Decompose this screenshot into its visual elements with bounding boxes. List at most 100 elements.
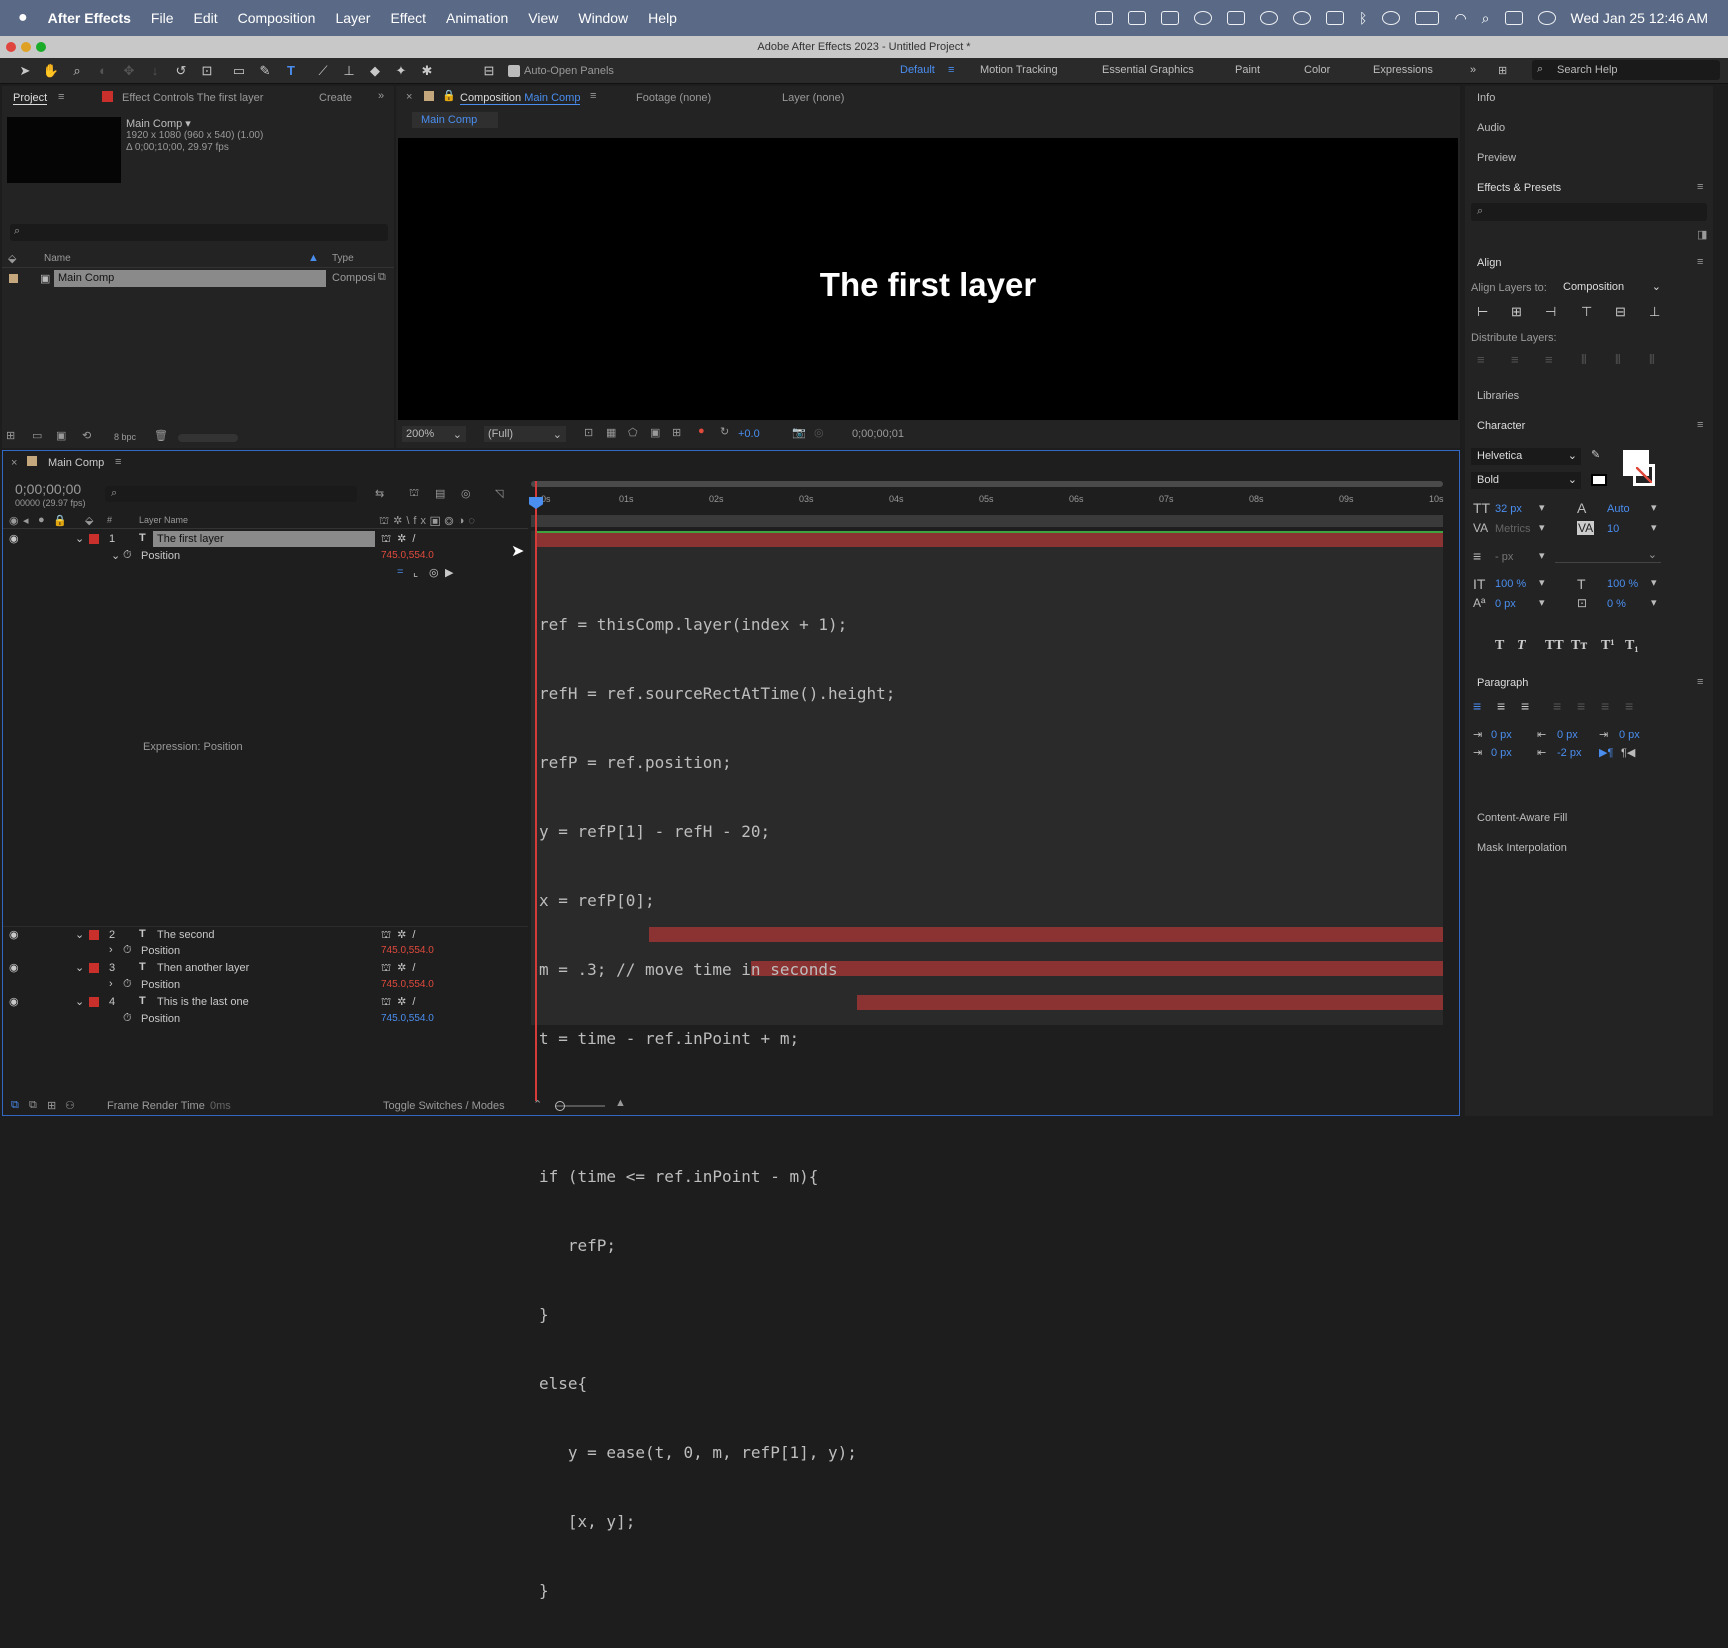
visibility-eye-icon[interactable]: ◉ [9, 961, 19, 974]
layer-color[interactable] [89, 997, 99, 1007]
indent-first-value[interactable]: 0 px [1619, 729, 1640, 741]
panel-paragraph[interactable]: Paragraph [1477, 677, 1528, 689]
effects-menu-icon[interactable]: ≡ [1697, 181, 1703, 193]
tab-project[interactable]: Project [13, 92, 48, 105]
align-top-icon[interactable]: ⊤ [1581, 304, 1592, 320]
align-right-icon[interactable]: ⊣ [1545, 304, 1556, 320]
zoom-slider-thumb[interactable] [555, 1101, 565, 1111]
lock-col-icon[interactable]: 🔒 [53, 514, 67, 527]
chevron-down-icon[interactable]: ▾ [1539, 521, 1545, 534]
tab-footage[interactable]: Footage (none) [636, 92, 711, 104]
panel-content-aware-fill[interactable]: Content-Aware Fill [1477, 812, 1567, 824]
expand-chevron-icon[interactable]: ⌄ [111, 549, 120, 562]
audio-icon[interactable]: ◂ [23, 514, 29, 527]
sort-arrow-icon[interactable]: ▲ [308, 252, 319, 264]
composition-canvas[interactable]: The first layer [398, 138, 1458, 420]
small-caps-icon[interactable]: Tт [1571, 638, 1587, 654]
kerning-value[interactable]: Metrics [1495, 523, 1530, 535]
auto-open-checkbox[interactable] [508, 64, 520, 77]
property-value[interactable]: 745.0,554.0 [381, 1013, 434, 1024]
tab-composition[interactable]: Composition Main Comp [460, 92, 581, 105]
comp-mini-flowchart-icon[interactable]: ⇆ [375, 487, 384, 500]
time-machine-icon[interactable] [1382, 11, 1401, 25]
swap-colors-icon[interactable] [1591, 474, 1607, 486]
align-center-text-icon[interactable]: ≡ [1497, 698, 1505, 714]
font-size-value[interactable]: 32 px [1495, 503, 1522, 515]
layer-color[interactable] [89, 963, 99, 973]
menu-view[interactable]: View [528, 10, 558, 26]
label-col-icon[interactable]: ⬙ [85, 514, 93, 527]
layer-bar[interactable] [535, 532, 1443, 547]
exposure-value[interactable]: +0.0 [738, 428, 760, 440]
interpret-footage-icon[interactable]: ⊞ [6, 429, 15, 442]
expression-enable-icon[interactable]: = [397, 566, 403, 578]
eyedropper-icon[interactable]: ✎ [1591, 448, 1600, 461]
distribute-bottom-icon[interactable]: ≡ [1545, 352, 1553, 367]
distribute-top-icon[interactable]: ≡ [1477, 352, 1485, 367]
col-name[interactable]: Name [44, 253, 71, 264]
chevron-down-icon[interactable]: ▾ [1539, 501, 1545, 514]
workspace-menu-icon[interactable]: ≡ [948, 64, 954, 76]
work-area-bar[interactable] [531, 481, 1443, 487]
search-help-field[interactable]: ⌕ Search Help [1532, 60, 1720, 80]
zoom-slider[interactable] [555, 1101, 605, 1111]
rtl-direction-icon[interactable]: ¶◀ [1621, 746, 1635, 759]
graph-editor-icon[interactable]: ◹ [495, 487, 503, 500]
clock[interactable]: Wed Jan 25 12:46 AM [1571, 10, 1709, 26]
guides-icon[interactable]: ▣ [650, 426, 660, 439]
chevron-down-icon[interactable]: ▾ [1539, 576, 1545, 589]
align-bottom-icon[interactable]: ⊥ [1649, 304, 1660, 320]
property-row[interactable]: › ⏱ Position 745.0,554.0 [3, 943, 528, 960]
roto-brush-tool-icon[interactable]: ✦ [392, 63, 410, 79]
draft-3d-icon[interactable]: ⛫ [409, 487, 419, 501]
screen-record-icon[interactable] [1095, 11, 1114, 25]
faux-italic-icon[interactable]: T [1517, 638, 1526, 654]
chevron-down-icon[interactable]: ▾ [1651, 576, 1657, 589]
more-workspaces-icon[interactable]: » [1470, 64, 1476, 76]
panel-libraries[interactable]: Libraries [1477, 390, 1519, 402]
mask-icon[interactable]: ⬠ [628, 426, 638, 439]
expand-chevron-icon[interactable]: ⌄ [75, 961, 84, 974]
layer-switches[interactable]: ⛫✲/ [381, 995, 421, 1010]
comp-breadcrumb[interactable]: Main Comp [412, 112, 498, 128]
motion-blur-icon[interactable]: ◎ [461, 487, 471, 500]
transparency-grid-icon[interactable]: ▦ [606, 426, 616, 439]
font-style-select[interactable]: Bold ⌄ [1471, 472, 1581, 489]
zoom-in-icon[interactable]: ▲ [615, 1097, 626, 1109]
hand-tool-icon[interactable]: ✋ [42, 63, 60, 79]
adjust-icon[interactable]: ⟲ [82, 429, 91, 442]
layer-name[interactable]: The first layer [157, 533, 224, 545]
playhead[interactable] [535, 481, 537, 1101]
distribute-right-icon[interactable]: ⦀ [1649, 352, 1655, 368]
layer-row[interactable]: ◉ ⌄ 1 T The first layer ⛫✲/ [3, 531, 528, 548]
stopwatch-icon[interactable]: ⏱ [123, 1012, 132, 1025]
menu-file[interactable]: File [151, 10, 174, 26]
zoom-tool-icon[interactable]: ⌕ [68, 63, 86, 79]
zoom-select[interactable]: 200% ⌄ [402, 426, 466, 442]
property-value[interactable]: 745.0,554.0 [381, 550, 434, 561]
effects-search-input[interactable]: ⌕ [1471, 203, 1707, 221]
superscript-icon[interactable]: T¹ [1601, 638, 1615, 654]
g-icon[interactable] [1293, 11, 1312, 25]
expand-chevron-icon[interactable]: ⌄ [75, 532, 84, 545]
align-left-text-icon[interactable]: ≡ [1473, 698, 1481, 714]
justify-right-icon[interactable]: ≡ [1601, 698, 1609, 714]
chevron-down-icon[interactable]: ▾ [1651, 521, 1657, 534]
workspace-motion-tracking[interactable]: Motion Tracking [980, 64, 1058, 76]
tab-timeline[interactable]: Main Comp [48, 457, 104, 469]
dolly-tool-icon[interactable]: ↓ [146, 63, 164, 79]
all-caps-icon[interactable]: TT [1545, 638, 1564, 654]
layer-name[interactable]: The second [157, 929, 214, 941]
indent-right-value[interactable]: 0 px [1557, 729, 1578, 741]
workspace-expressions[interactable]: Expressions [1373, 64, 1433, 76]
align-to-select[interactable]: Composition ⌄ [1557, 279, 1665, 295]
viewer-menu-icon[interactable]: ≡ [590, 90, 596, 102]
color-channels-icon[interactable]: ● [698, 425, 705, 437]
chevron-down-icon[interactable]: ▾ [1539, 596, 1545, 609]
apple-icon[interactable]: ● [18, 9, 28, 27]
control-center-icon[interactable] [1504, 11, 1523, 25]
snapshot-icon[interactable]: 📷 [792, 426, 806, 439]
work-area-strip[interactable] [531, 515, 1443, 527]
resolution-select[interactable]: (Full) ⌄ [484, 426, 566, 442]
reset-exposure-icon[interactable]: ↻ [720, 425, 729, 438]
